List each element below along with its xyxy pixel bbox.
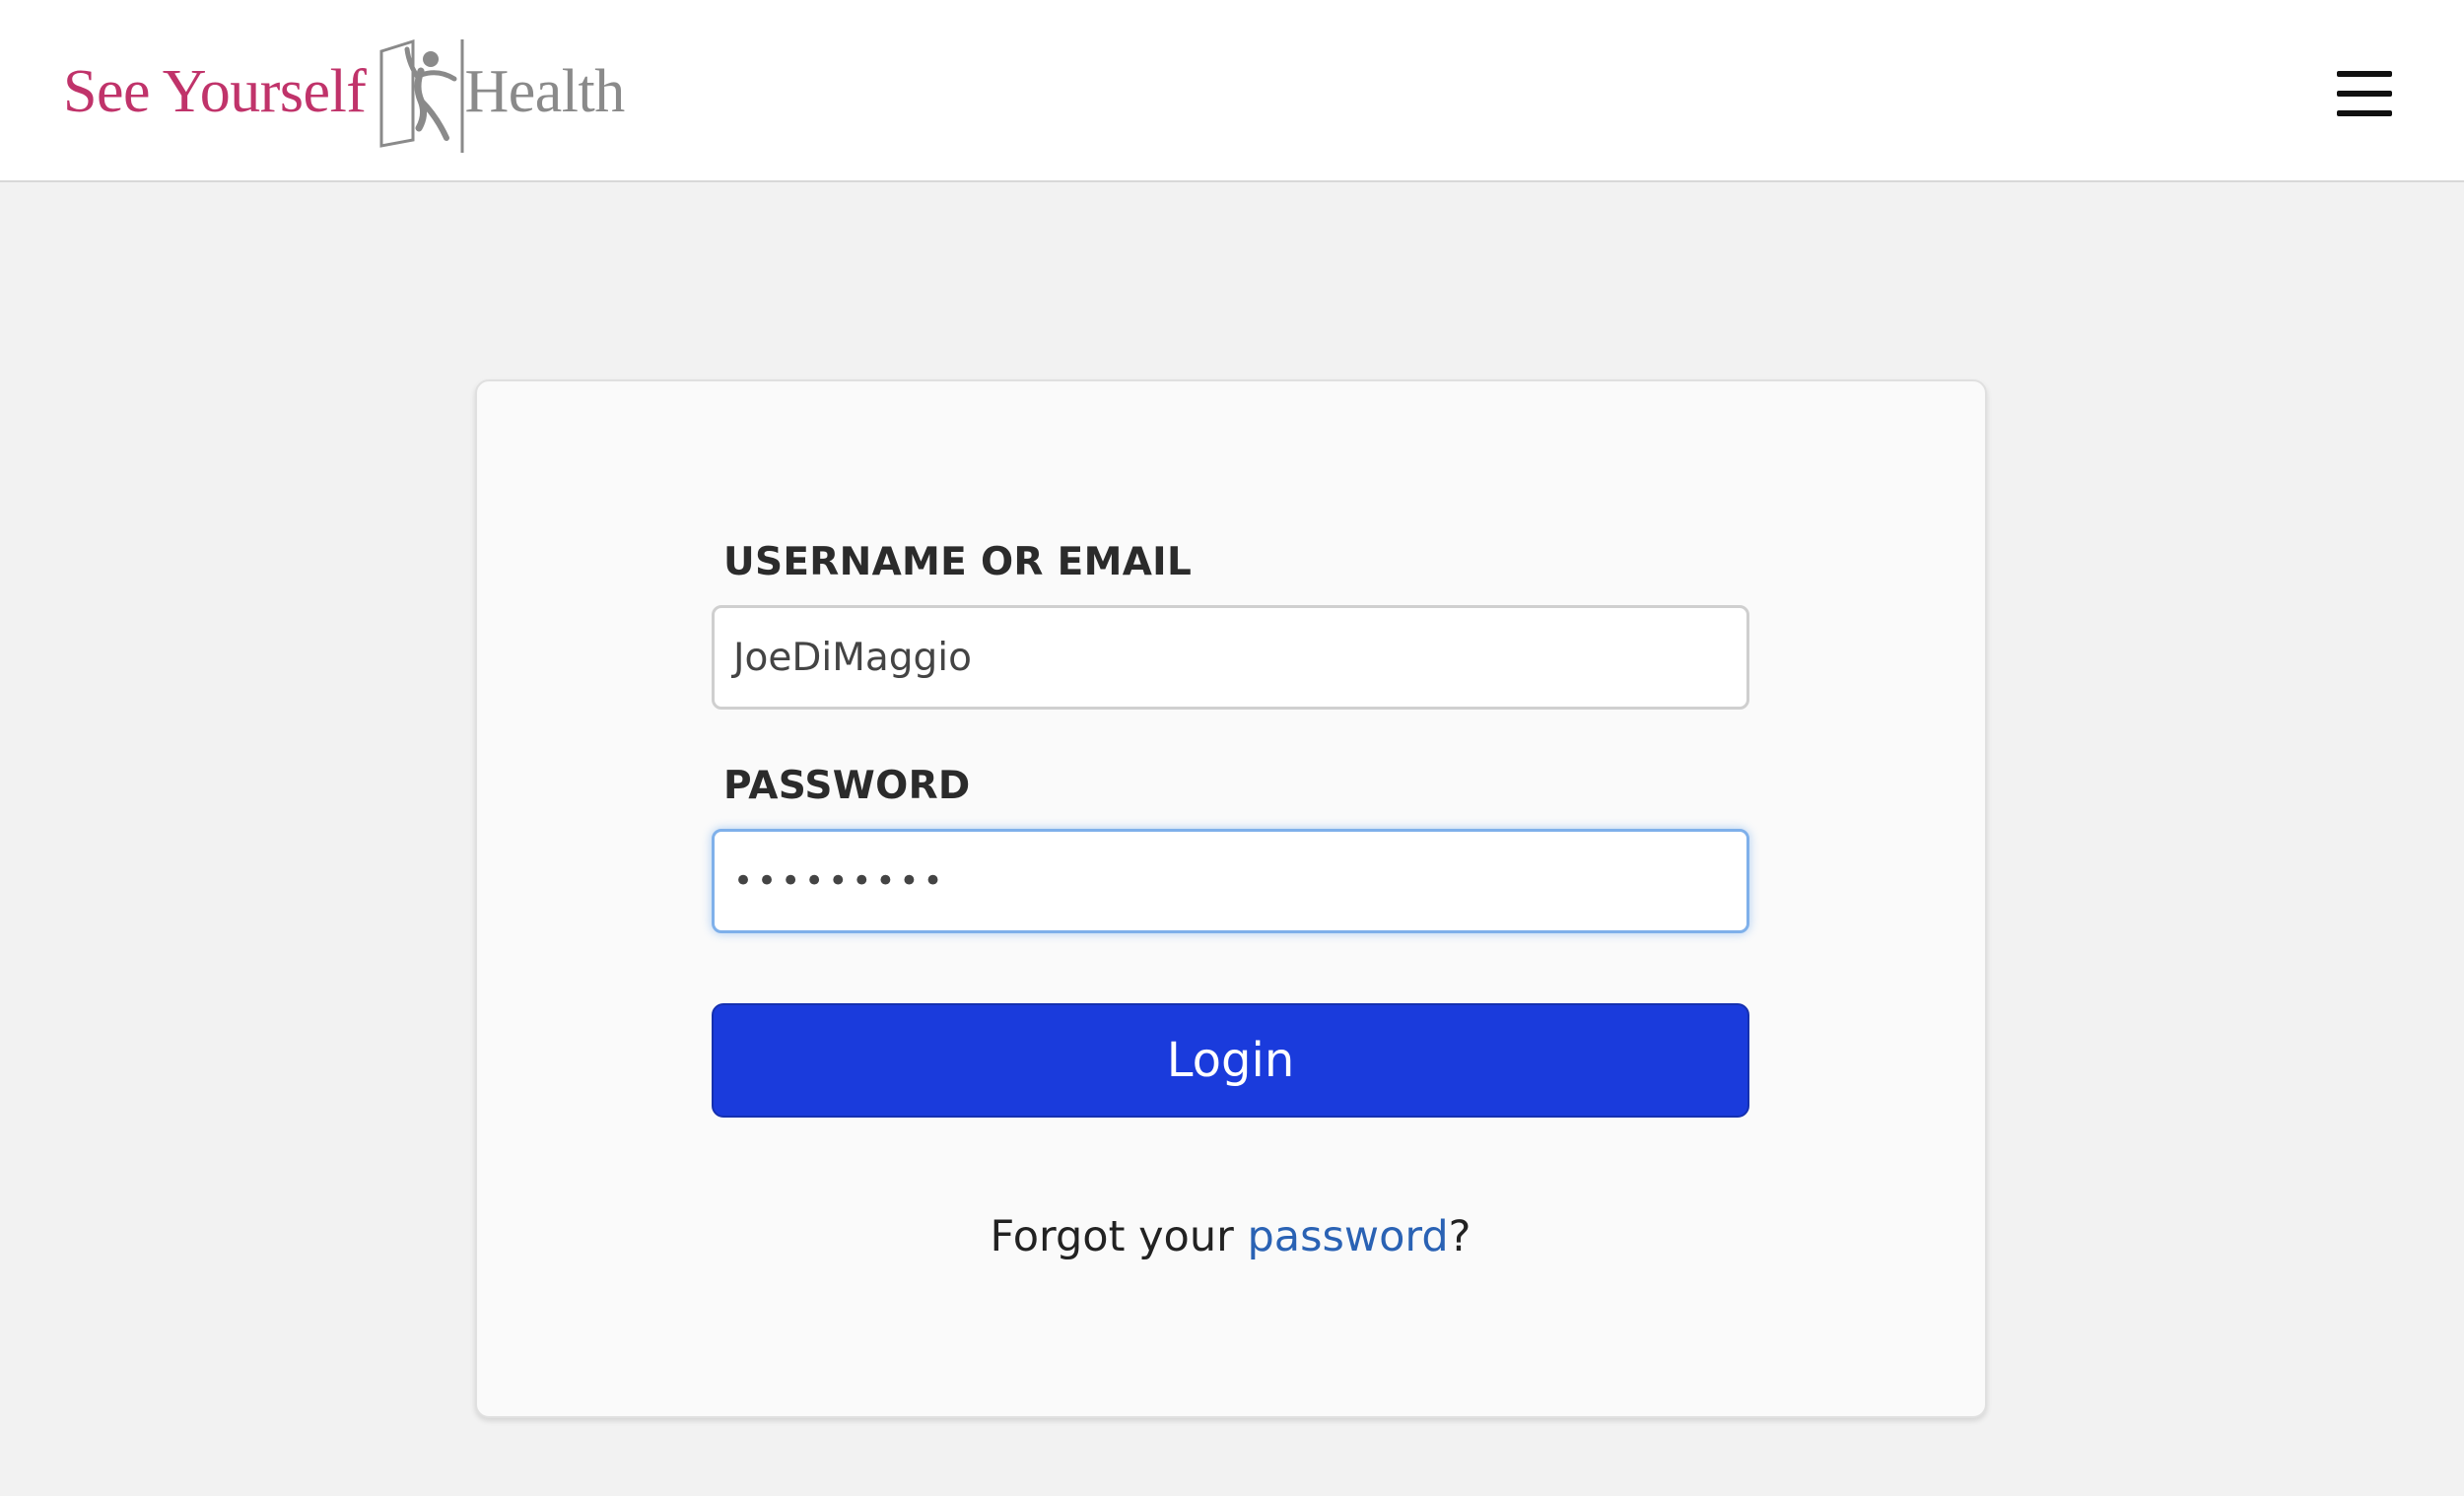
username-label: USERNAME OR EMAIL [723, 540, 1193, 584]
forgot-suffix: ? [1448, 1212, 1472, 1261]
forgot-prefix: Forgot your [990, 1212, 1248, 1261]
site-logo[interactable]: See Yourself Health [63, 30, 625, 153]
site-header: See Yourself Health [0, 0, 2464, 182]
username-value: JoeDiMaggio [733, 635, 972, 680]
username-input[interactable]: JoeDiMaggio [712, 605, 1749, 710]
login-button-label: Login [1166, 1033, 1295, 1088]
password-input[interactable]: ••••••••• [712, 829, 1749, 933]
forgot-password-link[interactable]: password [1247, 1212, 1448, 1261]
password-masked-value: ••••••••• [733, 861, 947, 901]
login-button[interactable]: Login [712, 1003, 1749, 1118]
logo-text-health: Health [464, 57, 625, 125]
logo-figure-icon [379, 38, 464, 153]
forgot-password-text: Forgot your password? [712, 1212, 1749, 1261]
hamburger-menu-button[interactable] [2334, 69, 2397, 118]
logo-text-see-yourself: See Yourself [63, 57, 367, 125]
password-label: PASSWORD [723, 764, 971, 808]
